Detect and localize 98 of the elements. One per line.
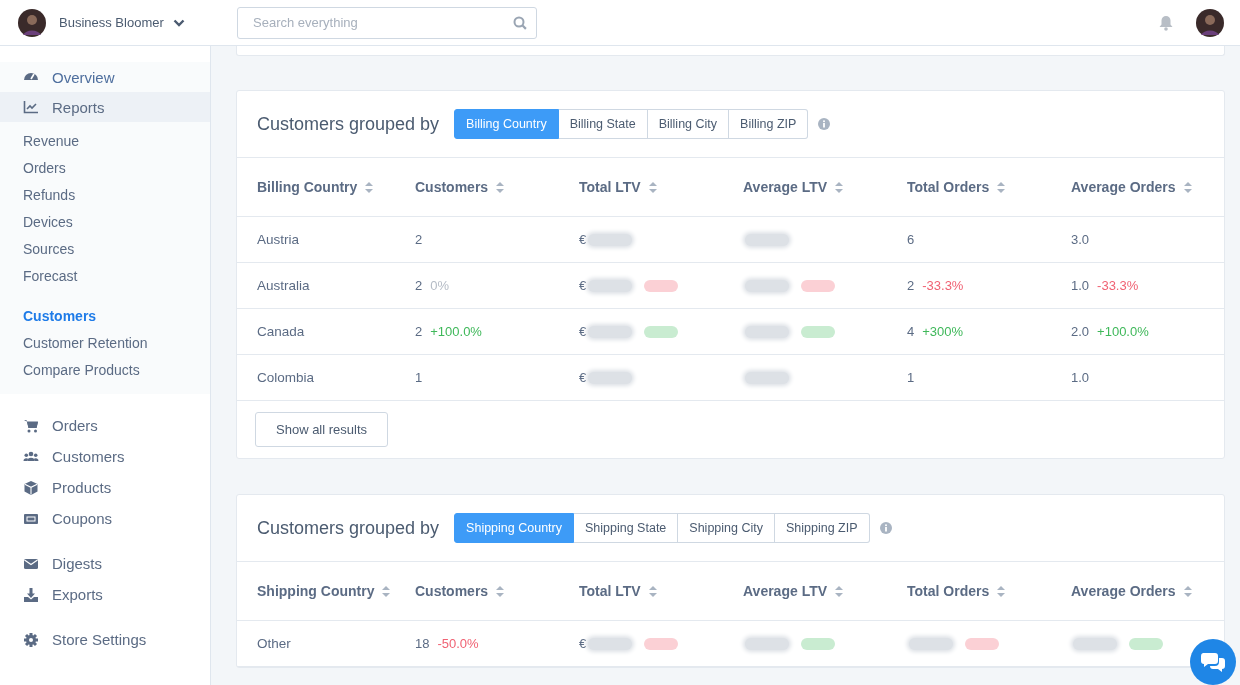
group-tab[interactable]: Shipping ZIP — [774, 513, 870, 543]
table-cell: € — [579, 278, 587, 293]
nav-item[interactable]: Customers — [0, 441, 210, 472]
caret-icon — [172, 18, 185, 27]
submenu-item[interactable]: Orders — [0, 155, 210, 182]
column-header[interactable]: Customers — [415, 583, 489, 599]
sort-icon — [996, 584, 1007, 598]
chat-icon — [1200, 651, 1226, 673]
table-cell: 2 — [415, 278, 423, 293]
table-cell: 2 — [415, 232, 423, 247]
submenu-item[interactable]: Revenue — [0, 128, 210, 155]
nav-item[interactable]: Orders — [0, 410, 210, 441]
avatar-icon — [1196, 8, 1224, 37]
table-cell: 1 — [907, 370, 915, 385]
card-title: Customers grouped by — [257, 517, 440, 539]
table-cell: € — [579, 636, 587, 651]
cart-icon — [23, 417, 39, 434]
table-cell: Austria — [257, 232, 300, 247]
group-tab[interactable]: Billing State — [558, 109, 648, 139]
sort-icon — [495, 180, 506, 194]
change-value: -50.0% — [437, 636, 479, 651]
table-cell: 6 — [907, 232, 915, 247]
submenu-item[interactable]: Refunds — [0, 182, 210, 209]
change-value: -33.3% — [922, 278, 964, 293]
group-tab[interactable]: Shipping State — [574, 513, 679, 543]
change-value: +300% — [922, 324, 964, 339]
table-cell: 4 — [907, 324, 915, 339]
sort-icon — [647, 584, 658, 598]
change-value: +100.0% — [430, 324, 482, 339]
submenu-item[interactable]: Devices — [0, 209, 210, 236]
change-value: -33.3% — [1097, 278, 1139, 293]
box-icon — [23, 479, 39, 496]
group-tab[interactable]: Billing City — [647, 109, 730, 139]
store-name[interactable]: Business Bloomer — [59, 15, 164, 30]
table-cell: 2.0 — [1071, 324, 1090, 339]
column-header[interactable]: Customers — [415, 179, 489, 195]
line-chart-icon — [23, 99, 39, 115]
nav-item[interactable]: Digests — [0, 548, 210, 579]
column-header[interactable]: Billing Country — [257, 179, 358, 195]
sort-icon — [495, 584, 506, 598]
table-cell: Canada — [257, 324, 305, 339]
column-header[interactable]: Total Orders — [907, 179, 990, 195]
table-cell: 1.0 — [1071, 370, 1090, 385]
submenu-item[interactable]: Compare Products — [0, 357, 210, 384]
sort-icon — [834, 584, 845, 598]
submenu-item[interactable]: Forecast — [0, 263, 210, 290]
table-cell: € — [579, 324, 587, 339]
nav-item[interactable]: Coupons — [0, 503, 210, 534]
sort-icon — [381, 584, 392, 598]
nav-item[interactable]: Overview — [0, 62, 210, 92]
table-cell: 1 — [415, 370, 423, 385]
change-value: +100.0% — [1097, 324, 1149, 339]
column-header[interactable]: Average LTV — [743, 583, 828, 599]
gear-icon — [23, 631, 39, 648]
table-cell: 3.0 — [1071, 232, 1090, 247]
sort-icon — [996, 180, 1007, 194]
info-icon — [818, 118, 831, 130]
card-title: Customers grouped by — [257, 113, 440, 135]
table-cell: Colombia — [257, 370, 315, 385]
column-header[interactable]: Average Orders — [1071, 583, 1176, 599]
submenu-item[interactable]: Customers — [0, 303, 210, 330]
sort-icon — [647, 180, 658, 194]
sort-icon — [364, 180, 375, 194]
table-cell: € — [579, 232, 587, 247]
table-cell: Australia — [257, 278, 310, 293]
column-header[interactable]: Total LTV — [579, 179, 641, 195]
nav-item[interactable]: Exports — [0, 579, 210, 610]
search-field[interactable]: Search everything — [237, 6, 537, 39]
sort-icon — [1182, 584, 1193, 598]
table-cell: 2 — [415, 324, 423, 339]
bell-icon — [1159, 14, 1173, 31]
group-tab[interactable]: Billing Country — [454, 109, 559, 139]
group-tab[interactable]: Shipping City — [678, 513, 775, 543]
column-header[interactable]: Average Orders — [1071, 179, 1176, 195]
change-value: 0% — [430, 278, 450, 293]
sort-icon — [1182, 180, 1193, 194]
search-icon — [513, 15, 527, 30]
group-tab[interactable]: Billing ZIP — [729, 109, 809, 139]
info-icon — [879, 522, 892, 534]
submenu-item[interactable]: Sources — [0, 236, 210, 263]
sort-icon — [834, 180, 845, 194]
group-tab[interactable]: Shipping Country — [454, 513, 574, 543]
table-cell: Other — [257, 636, 291, 651]
submenu-item[interactable]: Customer Retention — [0, 330, 210, 357]
column-header[interactable]: Average LTV — [743, 179, 828, 195]
nav-item[interactable]: Products — [0, 472, 210, 503]
column-header[interactable]: Total Orders — [907, 583, 990, 599]
column-header[interactable]: Total LTV — [579, 583, 641, 599]
table-cell: 1.0 — [1071, 278, 1090, 293]
avatar-icon — [18, 8, 46, 37]
table-cell: € — [579, 370, 587, 385]
nav-item[interactable]: Store Settings — [0, 624, 210, 655]
show-all-button[interactable]: Show all results — [255, 412, 389, 447]
column-header[interactable]: Shipping Country — [257, 583, 375, 599]
table-cell: 2 — [907, 278, 915, 293]
download-icon — [23, 586, 39, 603]
nav-item[interactable]: Reports — [0, 92, 210, 122]
table-cell: 18 — [415, 636, 430, 651]
